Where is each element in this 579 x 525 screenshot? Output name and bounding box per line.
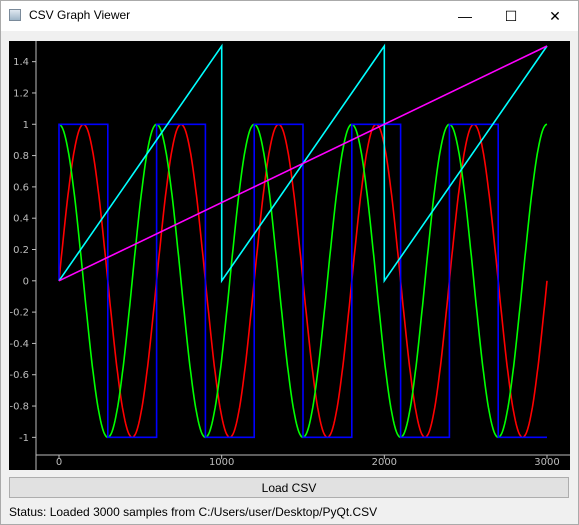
- y-tick-label: 0.6: [13, 182, 29, 193]
- x-tick-label: 1000: [209, 457, 234, 468]
- y-tick-label: 1: [23, 120, 29, 131]
- y-tick-label: 1.2: [13, 88, 29, 99]
- y-tick-label: 1.4: [13, 57, 29, 68]
- title-bar: CSV Graph Viewer — ☐ ✕: [1, 1, 578, 31]
- y-tick-label: -0.8: [9, 402, 29, 413]
- y-tick-label: -0.6: [9, 370, 29, 381]
- y-tick-label: -1: [19, 433, 29, 444]
- y-tick-label: 0.4: [13, 214, 29, 225]
- status-text: Status: Loaded 3000 samples from C:/User…: [9, 505, 378, 519]
- y-tick-label: 0.2: [13, 245, 29, 256]
- y-tick-label: 0: [23, 276, 29, 287]
- y-tick-label: -0.4: [9, 339, 29, 350]
- minimize-button[interactable]: —: [442, 1, 488, 31]
- window-title: CSV Graph Viewer: [29, 8, 131, 22]
- y-tick-label: -0.2: [9, 308, 29, 319]
- close-button[interactable]: ✕: [532, 1, 578, 31]
- line-chart: -1 -0.8 -0.6 -0.4 -0.2 0 0.2 0.4 0.6 0.8 1 1.2 1.4 0 1…: [9, 41, 570, 470]
- maximize-button[interactable]: ☐: [488, 1, 534, 31]
- y-tick-label: 0.8: [13, 151, 29, 162]
- plot-area[interactable]: -1 -0.8 -0.6 -0.4 -0.2 0 0.2 0.4 0.6 0.8 1 1.2 1.4 0 1…: [9, 41, 570, 470]
- x-tick-label: 3000: [534, 457, 559, 468]
- app-icon: [9, 9, 21, 21]
- app-window: CSV Graph Viewer — ☐ ✕ -1 -0.8 -0.6 -0.4 -0.…: [0, 0, 579, 525]
- load-csv-button[interactable]: Load CSV: [9, 477, 569, 498]
- x-tick-label: 2000: [372, 457, 397, 468]
- x-tick-label: 0: [56, 457, 62, 468]
